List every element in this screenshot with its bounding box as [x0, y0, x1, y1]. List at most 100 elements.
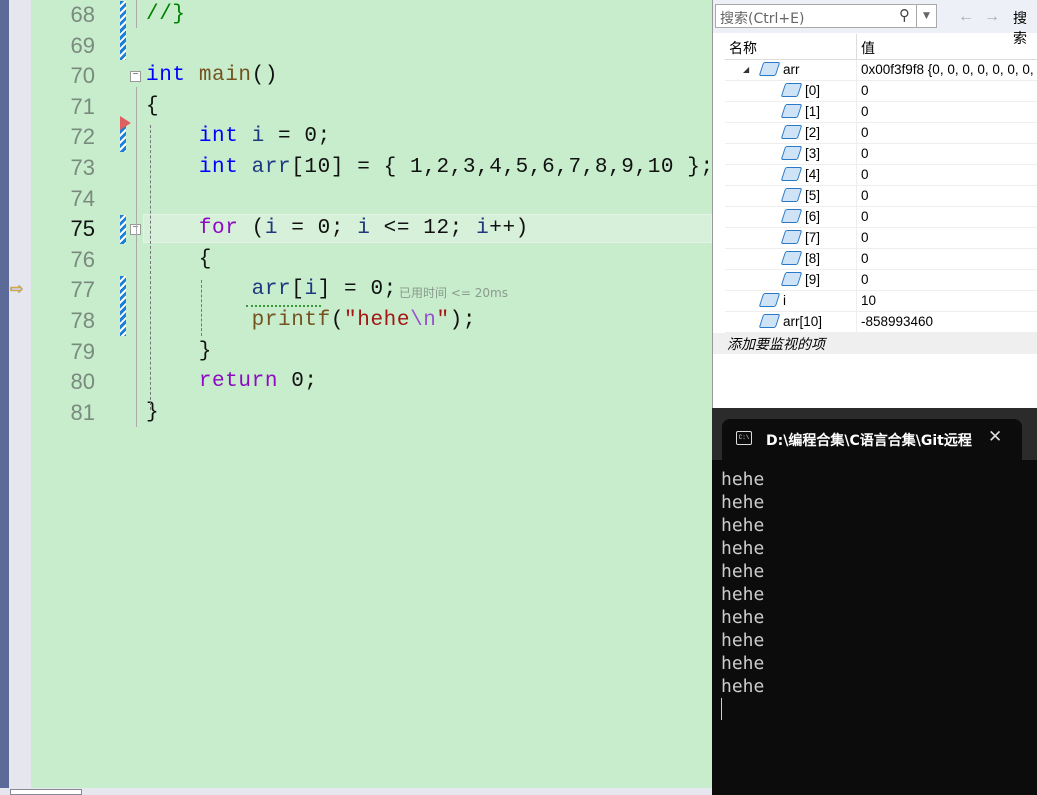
code-line[interactable]: return 0;	[146, 370, 318, 393]
code-token: }	[146, 400, 160, 424]
code-line[interactable]: }	[146, 401, 159, 424]
line-number: 76	[70, 246, 95, 272]
watch-row[interactable]: [2] 0	[725, 123, 1037, 144]
code-token: = 0;	[278, 217, 358, 241]
watch-row[interactable]: [6] 0	[725, 207, 1037, 228]
watch-value[interactable]: 0	[861, 251, 869, 266]
watch-value[interactable]: 10	[861, 293, 876, 308]
code-line[interactable]: {	[146, 248, 212, 271]
console-line: hehe	[721, 469, 765, 490]
code-line[interactable]: int main()	[146, 64, 278, 87]
watch-row[interactable]: [9] 0	[725, 270, 1037, 291]
column-divider[interactable]	[856, 34, 857, 60]
search-nav[interactable]: ←→	[958, 8, 1010, 26]
watch-value[interactable]: 0	[861, 104, 869, 119]
code-token: return	[198, 370, 279, 394]
variable-icon	[780, 167, 803, 181]
collapse-toggle-icon[interactable]: −	[130, 71, 141, 83]
change-marker	[120, 215, 126, 244]
column-divider	[856, 60, 857, 81]
watch-row[interactable]: ◢ arr 0x00f3f9f8 {0, 0, 0, 0, 0, 0, 0, 0, …	[725, 60, 1037, 81]
line-number: 70	[70, 63, 95, 89]
column-divider	[856, 102, 857, 123]
code-token: "hehe	[344, 309, 411, 332]
watch-value[interactable]: -858993460	[861, 314, 933, 329]
back-arrow-icon[interactable]: ←	[958, 8, 984, 25]
watch-name: arr	[783, 62, 800, 77]
variable-icon	[758, 62, 781, 76]
console-line: hehe	[721, 630, 765, 651]
forward-arrow-icon[interactable]: →	[984, 8, 1010, 25]
code-token: [10] = { 1,2,3,4,5,6,7,8,9,10 };	[291, 156, 714, 179]
glyph-margin[interactable]	[9, 0, 31, 788]
code-line[interactable]: }	[146, 340, 212, 363]
code-token: <= 12;	[370, 217, 477, 241]
column-divider	[856, 228, 857, 249]
code-token: "	[436, 309, 450, 332]
line-number: 68	[70, 2, 95, 27]
watch-name: [3]	[805, 146, 821, 161]
variable-icon	[780, 272, 803, 286]
watch-row[interactable]: [8] 0	[725, 249, 1037, 270]
execution-pointer-icon[interactable]: ⇨	[10, 279, 23, 298]
watch-row[interactable]: arr[10] -858993460	[725, 312, 1037, 333]
search-dropdown-icon[interactable]: ▼	[916, 5, 936, 27]
column-value[interactable]: 值	[861, 38, 875, 58]
console-window: C:\ D:\编程合集\C语言合集\Git远程仓库 ✕ hehe hehe hehe…	[712, 408, 1037, 795]
variable-icon	[780, 251, 803, 265]
zoom-level-dropdown[interactable]	[10, 789, 82, 795]
search-icon[interactable]: ⚲	[899, 6, 910, 24]
watch-value[interactable]: 0	[861, 125, 869, 140]
code-line[interactable]: printf("hehe\n");	[146, 309, 476, 332]
watch-name: [6]	[805, 209, 821, 224]
watch-value[interactable]: 0	[861, 272, 869, 287]
watch-value[interactable]: 0x00f3f9f8 {0, 0, 0, 0, 0, 0, 0, 0, 0, 0…	[861, 62, 1037, 77]
code-line[interactable]: for (i = 0; i <= 12; i++)	[146, 217, 529, 240]
watch-row[interactable]: [4] 0	[725, 165, 1037, 186]
code-token: i	[476, 217, 490, 241]
variable-icon	[780, 104, 803, 118]
console-output[interactable]: hehe hehe hehe hehe hehe hehe hehe hehe hehe hehe	[721, 468, 764, 720]
watch-value[interactable]: 0	[861, 83, 869, 98]
watch-row[interactable]: [3] 0	[725, 144, 1037, 165]
breakpoint-marker-icon[interactable]	[120, 116, 131, 130]
watch-name: arr[10]	[783, 314, 823, 329]
watch-row[interactable]: [5] 0	[725, 186, 1037, 207]
close-icon[interactable]: ✕	[988, 427, 1002, 447]
code-line[interactable]: //}	[146, 3, 186, 26]
watch-window: 搜索(Ctrl+E) ⚲ ▼ ←→ 搜索 名称 值 ◢ arr 0x00f3f9f8…	[712, 0, 1037, 410]
code-token: int	[146, 64, 186, 88]
watch-row[interactable]: [0] 0	[725, 81, 1037, 102]
column-name[interactable]: 名称	[729, 38, 757, 58]
code-token: //}	[146, 3, 186, 26]
variable-icon	[780, 188, 803, 202]
column-divider	[856, 207, 857, 228]
watch-row[interactable]: [7] 0	[725, 228, 1037, 249]
console-line: hehe	[721, 561, 765, 582]
watch-row[interactable]: [1] 0	[725, 102, 1037, 123]
watch-name: [0]	[805, 83, 821, 98]
watch-row[interactable]: i 10	[725, 291, 1037, 312]
code-editor[interactable]	[31, 0, 712, 788]
watch-search-input[interactable]: 搜索(Ctrl+E) ⚲ ▼	[715, 4, 937, 28]
console-tab[interactable]: C:\ D:\编程合集\C语言合集\Git远程仓库 ✕	[722, 419, 1022, 460]
watch-value[interactable]: 0	[861, 209, 869, 224]
code-line[interactable]: arr[i] = 0;	[146, 278, 397, 301]
watch-name: i	[783, 293, 786, 308]
code-token: = 0;	[264, 125, 331, 149]
add-watch-item[interactable]: 添加要监视的项	[713, 333, 1037, 354]
watch-name: [4]	[805, 167, 821, 182]
code-token: 0;	[278, 370, 318, 394]
expand-arrow-icon[interactable]: ◢	[743, 65, 749, 74]
watch-value[interactable]: 0	[861, 167, 869, 182]
code-token: printf	[251, 309, 331, 332]
code-line[interactable]: int i = 0;	[146, 125, 331, 148]
watch-value[interactable]: 0	[861, 146, 869, 161]
watch-value[interactable]: 0	[861, 230, 869, 245]
code-line[interactable]: int arr[10] = { 1,2,3,4,5,6,7,8,9,10 };	[146, 156, 714, 179]
code-line[interactable]: {	[146, 95, 159, 118]
code-token: arr	[251, 278, 292, 302]
watch-value[interactable]: 0	[861, 188, 869, 203]
